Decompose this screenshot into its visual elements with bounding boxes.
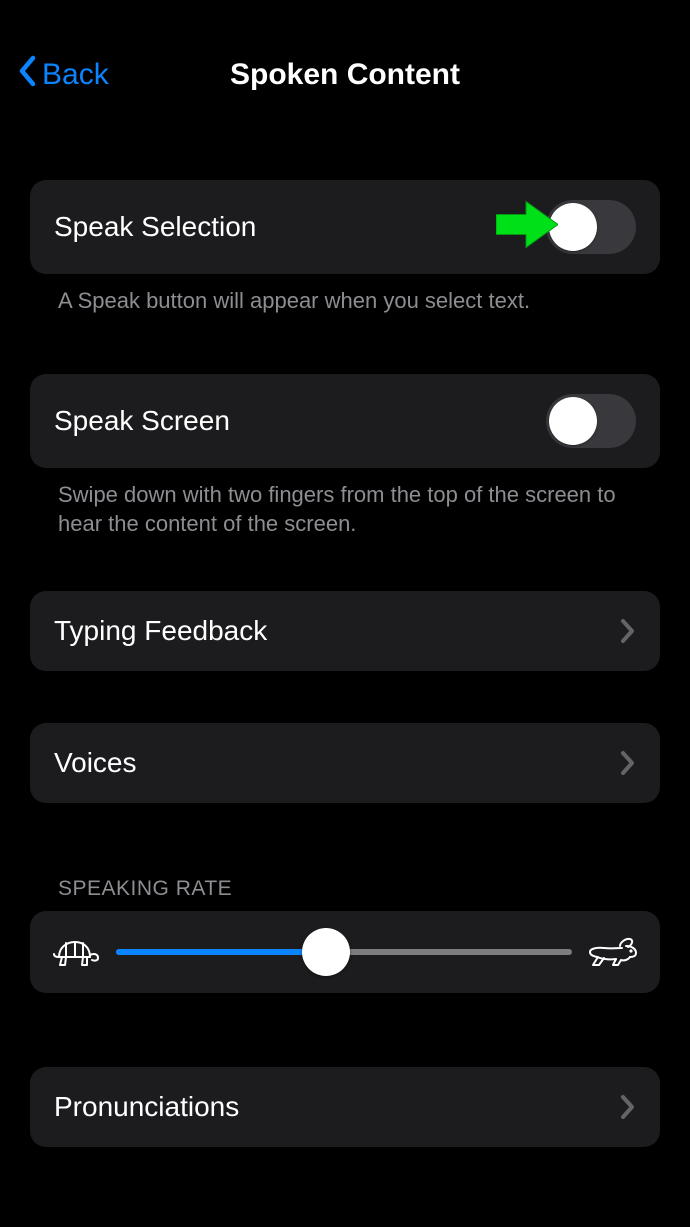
speaking-rate-group: [30, 911, 660, 993]
toggle-knob-icon: [549, 203, 597, 251]
nav-bar: Back Spoken Content: [0, 40, 690, 110]
chevron-right-icon: [620, 750, 636, 776]
chevron-right-icon: [620, 618, 636, 644]
typing-feedback-row[interactable]: Typing Feedback: [30, 591, 660, 671]
back-label: Back: [42, 58, 109, 92]
hare-icon: [588, 935, 638, 969]
speak-selection-label: Speak Selection: [54, 211, 256, 243]
slider-fill: [116, 949, 326, 955]
pronunciations-row[interactable]: Pronunciations: [30, 1067, 660, 1147]
back-button[interactable]: Back: [18, 55, 109, 95]
speak-selection-footer: A Speak button will appear when you sele…: [30, 274, 660, 316]
speaking-rate-header: SPEAKING RATE: [30, 877, 660, 911]
slider-thumb-icon: [302, 928, 350, 976]
voices-label: Voices: [54, 747, 137, 779]
speak-screen-footer: Swipe down with two fingers from the top…: [30, 468, 660, 539]
speak-screen-row[interactable]: Speak Screen: [30, 374, 660, 468]
speak-screen-group: Speak Screen: [30, 374, 660, 468]
typing-feedback-label: Typing Feedback: [54, 615, 267, 647]
speak-screen-toggle[interactable]: [546, 394, 636, 448]
voices-group: Voices: [30, 723, 660, 803]
pronunciations-group: Pronunciations: [30, 1067, 660, 1147]
speak-selection-group: Speak Selection: [30, 180, 660, 274]
chevron-right-icon: [620, 1094, 636, 1120]
voices-row[interactable]: Voices: [30, 723, 660, 803]
speak-selection-toggle[interactable]: [546, 200, 636, 254]
speak-screen-label: Speak Screen: [54, 405, 230, 437]
toggle-knob-icon: [549, 397, 597, 445]
chevron-left-icon: [18, 55, 42, 95]
speak-selection-row[interactable]: Speak Selection: [30, 180, 660, 274]
speaking-rate-row: [30, 911, 660, 993]
typing-feedback-group: Typing Feedback: [30, 591, 660, 671]
speaking-rate-slider[interactable]: [116, 932, 572, 972]
tortoise-icon: [52, 935, 100, 969]
pronunciations-label: Pronunciations: [54, 1091, 239, 1123]
